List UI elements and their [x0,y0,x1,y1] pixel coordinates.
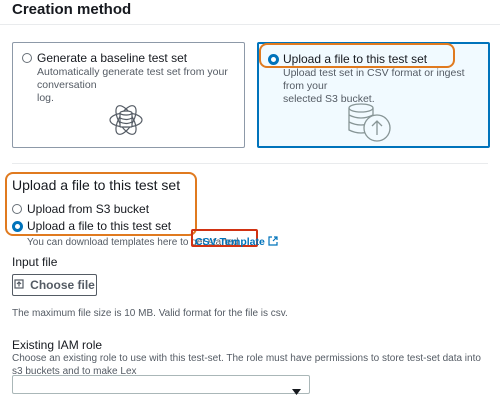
section-title: Creation method [12,1,132,18]
database-upload-icon [347,100,393,144]
brain-database-icon [105,99,147,141]
upload-from-s3-label[interactable]: Upload from S3 bucket [27,202,149,216]
choose-file-button[interactable]: Choose file [12,274,97,296]
caret-down-icon [292,382,301,400]
file-constraint-hint: The maximum file size is 10 MB. Valid fo… [12,308,288,319]
external-link-icon [268,233,278,251]
highlight-selected-tile-title [259,43,455,68]
upload-from-s3-radio[interactable] [12,204,22,214]
upload-heading: Upload a file to this test set [12,177,181,193]
generate-baseline-radio[interactable] [22,53,32,63]
choose-file-label[interactable]: Choose file [30,278,95,292]
header-divider [0,24,500,25]
upload-file-option-radio[interactable] [12,221,23,232]
input-file-label: Input file [12,255,58,269]
iam-role-select[interactable] [12,375,310,395]
csv-template-link[interactable]: CSV Template [195,233,278,251]
upload-file-option-label[interactable]: Upload a file to this test set [27,219,171,233]
section-divider [12,163,488,164]
upload-icon [14,278,24,292]
iam-role-label: Existing IAM role [12,338,103,352]
csv-template-link-text[interactable]: CSV Template [195,236,265,248]
tile-title: Generate a baseline test set [37,51,188,65]
generate-baseline-tile[interactable]: Generate a baseline test set Automatical… [12,42,245,148]
